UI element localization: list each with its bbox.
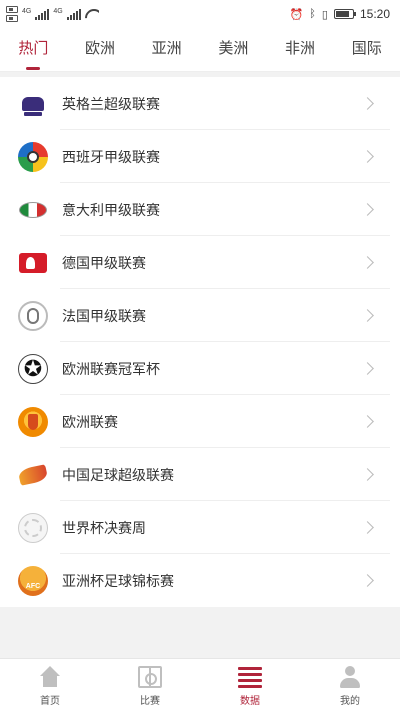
league-item-serie-a[interactable]: 意大利甲级联赛 [0, 183, 400, 236]
sim-card-icon [6, 6, 18, 13]
league-item-champions-league[interactable]: ✪ 欧洲联赛冠军杯 [0, 342, 400, 395]
chevron-right-icon [361, 521, 374, 534]
champions-league-logo-icon: ✪ [18, 353, 48, 384]
chevron-right-icon [361, 256, 374, 269]
tab-international[interactable]: 国际 [333, 28, 400, 72]
league-item-asian-cup[interactable]: AFC 亚洲杯足球锦标赛 [0, 554, 400, 607]
network-type-label: 4G [22, 8, 32, 15]
league-item-europa-league[interactable]: 欧洲联赛 [0, 395, 400, 448]
chevron-right-icon [361, 203, 374, 216]
chevron-right-icon [361, 415, 374, 428]
nav-label: 首页 [40, 696, 60, 707]
tab-africa[interactable]: 非洲 [267, 28, 334, 72]
home-icon [38, 666, 62, 688]
chevron-right-icon [361, 150, 374, 163]
nav-match[interactable]: 比赛 [100, 659, 200, 710]
nav-label: 数据 [240, 696, 260, 707]
battery-icon [333, 9, 356, 19]
premier-league-logo-icon [18, 88, 48, 119]
ligue-1-logo-icon [18, 300, 48, 331]
league-item-premier-league[interactable]: 英格兰超级联赛 [0, 77, 400, 130]
world-cup-logo-icon [18, 512, 48, 543]
bottom-nav: 首页 比赛 数据 我的 [0, 658, 400, 710]
league-item-world-cup[interactable]: 世界杯决赛周 [0, 501, 400, 554]
league-item-csl[interactable]: 中国足球超级联赛 [0, 448, 400, 501]
europa-league-logo-icon [18, 406, 48, 437]
vibrate-icon: ▯ [321, 8, 328, 21]
bundesliga-logo-icon [18, 248, 48, 278]
status-time: 15:20 [359, 7, 390, 21]
chevron-right-icon [361, 309, 374, 322]
signal-strength-icon [66, 8, 81, 20]
match-icon [138, 666, 162, 688]
signal-strength-icon [35, 8, 50, 20]
league-item-bundesliga[interactable]: 德国甲级联赛 [0, 236, 400, 289]
league-name: 西班牙甲级联赛 [62, 148, 160, 165]
data-icon [238, 666, 262, 688]
league-name: 法国甲级联赛 [62, 307, 146, 324]
status-right: ⏰ ᛒ ▯ 15:20 [290, 7, 390, 21]
league-name: 德国甲级联赛 [62, 254, 146, 271]
tab-asia[interactable]: 亚洲 [133, 28, 200, 72]
chevron-right-icon [361, 97, 374, 110]
nav-profile[interactable]: 我的 [300, 659, 400, 710]
sim-card-icon [6, 15, 18, 22]
csl-logo-icon [18, 460, 48, 490]
nav-home[interactable]: 首页 [0, 659, 100, 710]
la-liga-logo-icon [18, 141, 48, 172]
bluetooth-icon: ᛒ [309, 8, 316, 20]
league-item-ligue-1[interactable]: 法国甲级联赛 [0, 289, 400, 342]
status-left: 4G 4G [6, 6, 99, 22]
league-item-la-liga[interactable]: 西班牙甲级联赛 [0, 130, 400, 183]
chevron-right-icon [361, 574, 374, 587]
profile-icon [338, 666, 362, 688]
network-type-label: 4G [53, 8, 63, 15]
asian-cup-logo-icon: AFC [18, 565, 48, 596]
region-tabs: 热门 欧洲 亚洲 美洲 非洲 国际 [0, 28, 400, 72]
wifi-icon [85, 9, 99, 19]
battery-level [335, 11, 349, 17]
league-name: 中国足球超级联赛 [62, 466, 174, 483]
league-name: 英格兰超级联赛 [62, 95, 160, 112]
nav-data[interactable]: 数据 [200, 659, 300, 710]
league-name: 亚洲杯足球锦标赛 [62, 572, 174, 589]
tab-hot[interactable]: 热门 [0, 28, 67, 72]
sim-icons [6, 6, 18, 22]
chevron-right-icon [361, 468, 374, 481]
league-name: 世界杯决赛周 [62, 519, 146, 536]
nav-label: 比赛 [140, 696, 160, 707]
league-name: 欧洲联赛冠军杯 [62, 360, 160, 377]
nav-label: 我的 [340, 696, 360, 707]
league-name: 意大利甲级联赛 [62, 201, 160, 218]
tab-americas[interactable]: 美洲 [200, 28, 267, 72]
alarm-icon: ⏰ [289, 8, 304, 21]
league-list: 英格兰超级联赛 西班牙甲级联赛 意大利甲级联赛 德国甲级联赛 法国甲级联赛 ✪ … [0, 77, 400, 607]
league-name: 欧洲联赛 [62, 413, 118, 430]
tab-europe[interactable]: 欧洲 [67, 28, 134, 72]
chevron-right-icon [361, 362, 374, 375]
status-bar: 4G 4G ⏰ ᛒ ▯ 15:20 [0, 0, 400, 28]
serie-a-logo-icon [18, 194, 48, 225]
